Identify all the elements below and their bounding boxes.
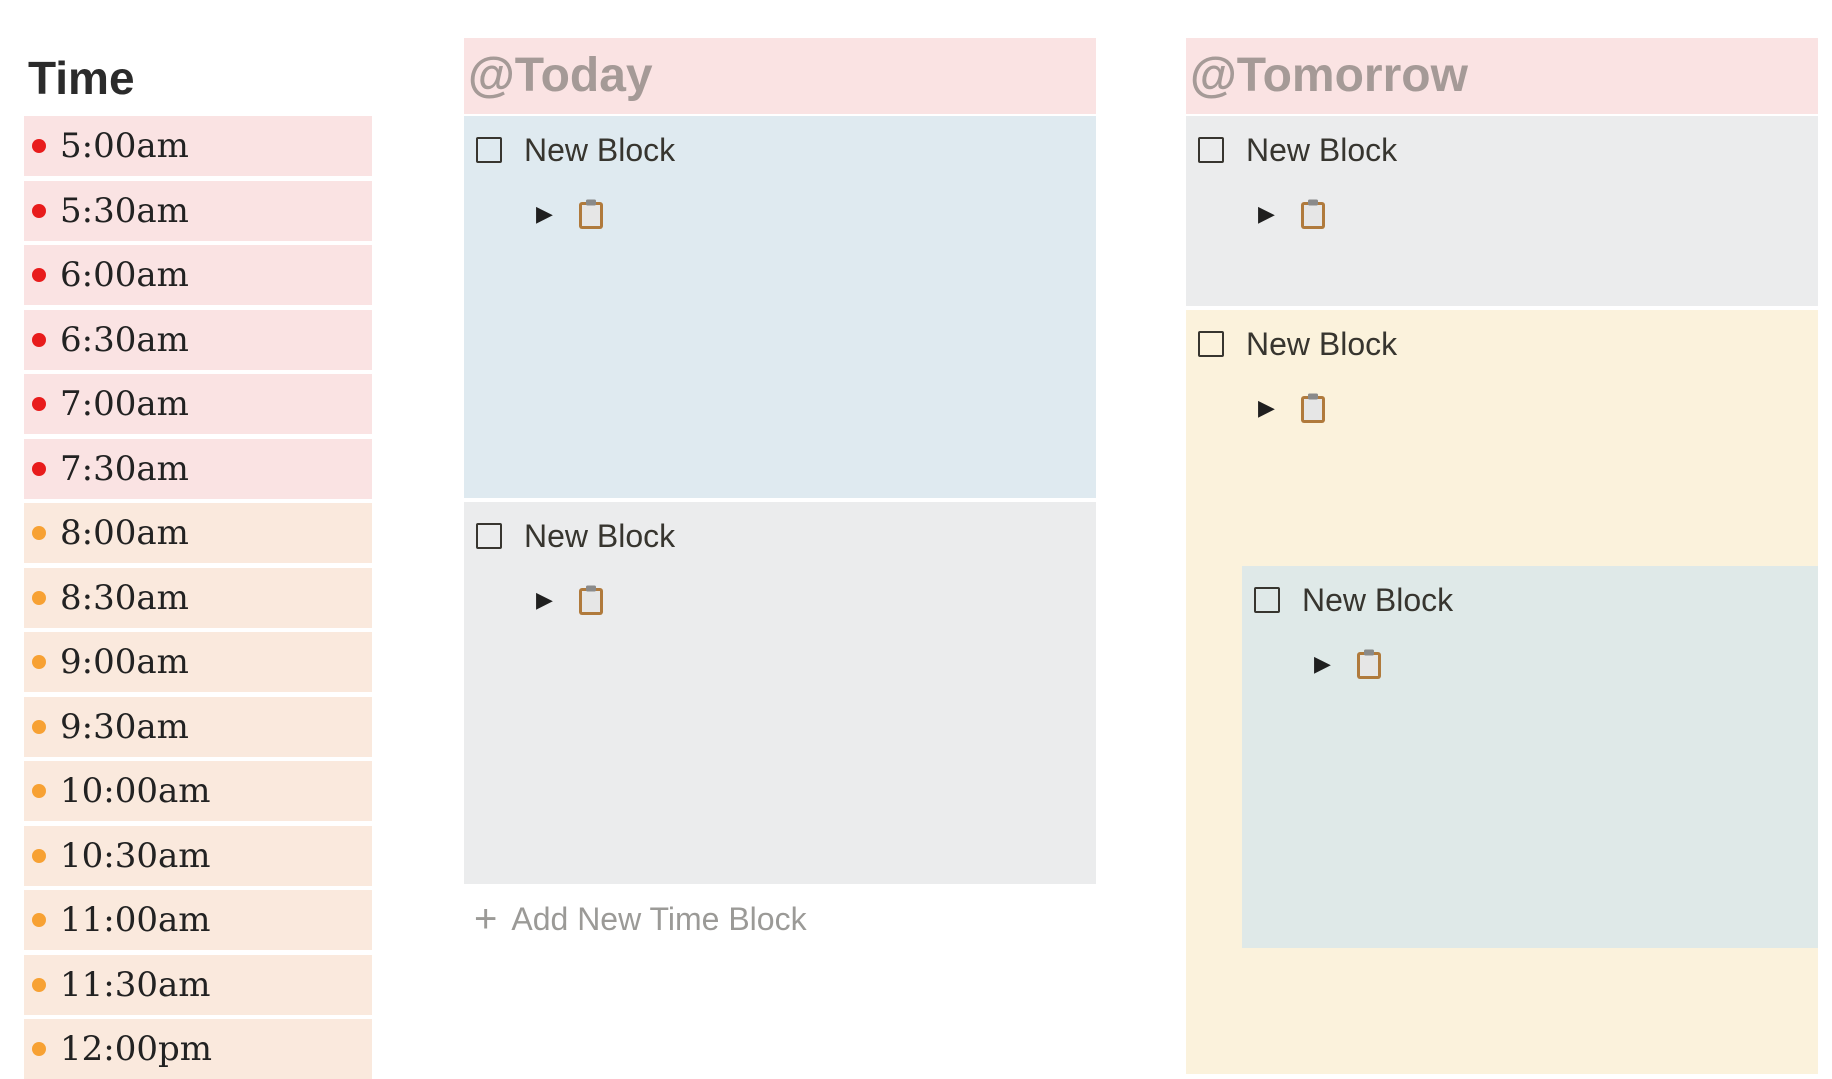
- toggle-row[interactable]: ▶: [536, 578, 605, 622]
- time-slot-label: 6:00am: [60, 255, 189, 295]
- tomorrow-column-header[interactable]: @Tomorrow: [1186, 38, 1818, 114]
- toggle-caret-icon[interactable]: ▶: [1258, 395, 1275, 421]
- time-slot[interactable]: 8:30am: [24, 567, 372, 628]
- checkbox[interactable]: [476, 137, 502, 163]
- toggle-row[interactable]: ▶: [536, 192, 605, 236]
- toggle-caret-icon[interactable]: ▶: [1258, 201, 1275, 227]
- toggle-row[interactable]: ▶: [1258, 192, 1327, 236]
- time-slot[interactable]: 5:30am: [24, 180, 372, 241]
- status-dot-icon: [32, 719, 46, 734]
- todo-label[interactable]: New Block: [1246, 132, 1397, 169]
- time-slot-label: 10:00am: [60, 771, 211, 811]
- checkbox[interactable]: [1198, 331, 1224, 357]
- todo-label[interactable]: New Block: [1246, 326, 1397, 363]
- checkbox[interactable]: [476, 523, 502, 549]
- time-slot[interactable]: 10:30am: [24, 825, 372, 886]
- status-dot-icon: [32, 461, 46, 476]
- status-dot-icon: [32, 526, 46, 540]
- time-slot[interactable]: 6:00am: [24, 245, 372, 305]
- toggle-row[interactable]: ▶: [1258, 386, 1327, 430]
- time-slot-label: 11:00am: [60, 900, 211, 940]
- todo-item[interactable]: New Block: [476, 128, 675, 172]
- time-column-title: Time: [28, 52, 135, 104]
- time-slot-label: 5:00am: [60, 126, 189, 166]
- status-dot-icon: [32, 139, 46, 153]
- toggle-caret-icon[interactable]: ▶: [536, 201, 553, 227]
- todo-item[interactable]: New Block: [1198, 128, 1397, 172]
- toggle-caret-icon[interactable]: ▶: [1314, 651, 1331, 677]
- time-slot[interactable]: 5:00am: [24, 116, 372, 176]
- time-slot-label: 5:30am: [60, 190, 189, 231]
- time-slot[interactable]: 7:00am: [24, 374, 372, 434]
- time-slot-label: 7:00am: [60, 384, 189, 424]
- time-slot-label: 9:00am: [60, 642, 189, 682]
- time-slot[interactable]: 9:30am: [24, 696, 372, 757]
- status-dot-icon: [32, 397, 46, 411]
- checkbox[interactable]: [1254, 587, 1280, 613]
- time-slot[interactable]: 12:00pm: [24, 1019, 372, 1079]
- time-slot-label: 7:30am: [60, 448, 189, 489]
- status-dot-icon: [32, 848, 46, 863]
- todo-item[interactable]: New Block: [1254, 578, 1453, 622]
- todo-label[interactable]: New Block: [524, 518, 675, 555]
- time-slot[interactable]: 9:00am: [24, 632, 372, 692]
- add-new-time-block-button[interactable]: + Add New Time Block: [474, 894, 807, 944]
- status-dot-icon: [32, 655, 46, 669]
- time-slot-label: 9:30am: [60, 706, 189, 747]
- time-slot[interactable]: 10:00am: [24, 761, 372, 821]
- status-dot-icon: [32, 784, 46, 798]
- clipboard-icon: [1300, 199, 1325, 229]
- status-dot-icon: [32, 268, 46, 282]
- status-dot-icon: [32, 590, 46, 605]
- time-slot-label: 8:30am: [60, 577, 189, 618]
- status-dot-icon: [32, 913, 46, 927]
- status-dot-icon: [32, 1042, 46, 1056]
- today-column-header[interactable]: @Today: [464, 38, 1096, 114]
- time-slot[interactable]: 6:30am: [24, 309, 372, 370]
- time-slot-label: 11:30am: [60, 964, 211, 1005]
- todo-item[interactable]: New Block: [476, 514, 675, 558]
- tomorrow-time-block-1[interactable]: New Block ▶: [1186, 116, 1818, 306]
- plus-icon: +: [474, 897, 498, 941]
- tomorrow-time-block-2[interactable]: New Block ▶ New Block ▶: [1186, 310, 1818, 1074]
- clipboard-icon: [1356, 649, 1381, 679]
- time-slot[interactable]: 8:00am: [24, 503, 372, 563]
- checkbox[interactable]: [1198, 137, 1224, 163]
- time-slot[interactable]: 7:30am: [24, 438, 372, 499]
- today-time-block-1[interactable]: New Block ▶: [464, 116, 1096, 498]
- toggle-caret-icon[interactable]: ▶: [536, 587, 553, 613]
- status-dot-icon: [32, 332, 46, 347]
- time-slot-label: 6:30am: [60, 319, 189, 360]
- tomorrow-time-block-3[interactable]: New Block ▶: [1242, 566, 1818, 948]
- today-time-block-2[interactable]: New Block ▶: [464, 502, 1096, 884]
- clipboard-icon: [1300, 393, 1325, 423]
- add-new-label: Add New Time Block: [511, 900, 807, 937]
- toggle-row[interactable]: ▶: [1314, 642, 1383, 686]
- time-slot-label: 10:30am: [60, 835, 211, 876]
- status-dot-icon: [32, 977, 46, 992]
- todo-label[interactable]: New Block: [524, 132, 675, 169]
- status-dot-icon: [32, 203, 46, 218]
- todo-item[interactable]: New Block: [1198, 322, 1397, 366]
- todo-label[interactable]: New Block: [1302, 582, 1453, 619]
- time-slot-label: 8:00am: [60, 513, 189, 553]
- time-slot-label: 12:00pm: [60, 1029, 212, 1069]
- time-slot[interactable]: 11:00am: [24, 890, 372, 950]
- time-slot[interactable]: 11:30am: [24, 954, 372, 1015]
- clipboard-icon: [578, 199, 603, 229]
- clipboard-icon: [578, 585, 603, 615]
